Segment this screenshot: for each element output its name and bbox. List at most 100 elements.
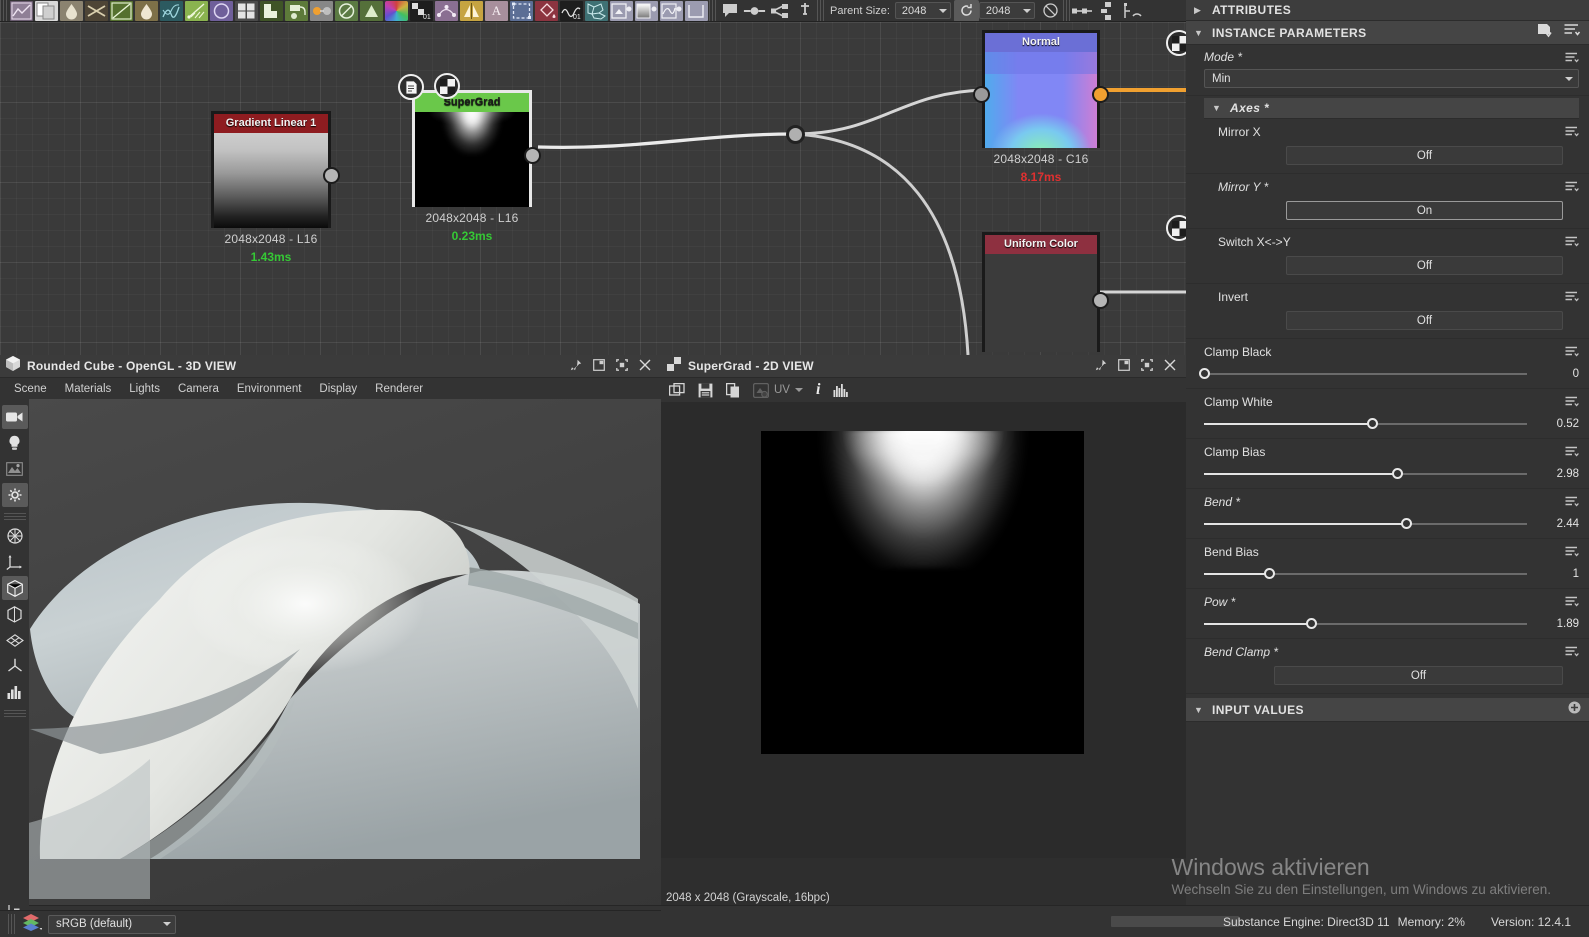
function-menu-icon[interactable] — [1565, 595, 1579, 607]
uv-label[interactable]: UV — [774, 384, 790, 396]
offscreen-node-badge-bottom[interactable] — [1166, 215, 1186, 241]
wire-cube-icon[interactable] — [2, 602, 28, 626]
toolbar-icon-shape[interactable] — [359, 0, 384, 21]
chevron-down-icon[interactable] — [794, 388, 803, 392]
settings-icon[interactable] — [1, 483, 28, 507]
3d-view-panel[interactable]: Rounded Cube - OpenGL - 3D VIEW Scene Ma… — [0, 355, 661, 937]
layers-icon[interactable] — [22, 913, 43, 936]
toolbar-icon-blur-hq[interactable] — [134, 0, 159, 21]
parent-size-width-select[interactable]: 2048 — [894, 2, 951, 19]
toolbar-icon-text[interactable]: A — [484, 0, 509, 21]
toolbar-icon-copy-node[interactable] — [34, 0, 59, 21]
toolbar-icon-reset-size[interactable] — [1038, 0, 1063, 21]
section-instance-parameters[interactable]: ▼ INSTANCE PARAMETERS — [1186, 21, 1589, 45]
toolbar-icon-noise[interactable]: 01 — [559, 0, 584, 21]
pin-icon[interactable] — [570, 359, 582, 373]
group-axes[interactable]: ▼ Axes * — [1204, 98, 1579, 119]
histogram-icon[interactable] — [833, 383, 850, 397]
function-menu-icon[interactable] — [1565, 235, 1579, 247]
pin-icon[interactable] — [1095, 359, 1107, 373]
toolbar-icon-input-color[interactable] — [609, 0, 634, 21]
parent-size-height-select[interactable]: 2048 — [978, 2, 1035, 19]
menu-environment[interactable]: Environment — [229, 381, 310, 397]
toolbar-icon-histogram[interactable] — [9, 0, 34, 21]
param-bend[interactable]: Bend * 2.44 — [1186, 489, 1589, 539]
param-bend-bias[interactable]: Bend Bias 1 — [1186, 539, 1589, 589]
restore-icon[interactable] — [1118, 359, 1130, 373]
function-menu-icon[interactable] — [1565, 51, 1579, 63]
3d-view-bottom-bar[interactable]: sRGB (default) — [0, 910, 661, 937]
param-switch-xy-toggle[interactable]: Off — [1286, 256, 1563, 275]
toolbar-icon-invert[interactable] — [334, 0, 359, 21]
param-bend-clamp[interactable]: Bend Clamp * Off — [1186, 639, 1589, 694]
param-clamp-bias[interactable]: Clamp Bias 2.98 — [1186, 439, 1589, 489]
menu-lights[interactable]: Lights — [121, 381, 168, 397]
duplicate-view-icon[interactable] — [669, 382, 685, 398]
info-icon[interactable]: i — [816, 381, 820, 399]
toolbar-icon-input-gradient[interactable] — [634, 0, 659, 21]
param-clamp-black-slider[interactable]: 0 — [1186, 368, 1589, 380]
menu-renderer[interactable]: Renderer — [367, 381, 431, 397]
camera-icon[interactable] — [1, 405, 28, 429]
param-mirror-y-toggle[interactable]: On — [1286, 201, 1563, 220]
connection-rewire-node[interactable] — [786, 125, 805, 144]
toolbar-icon-output[interactable] — [684, 0, 709, 21]
plus-circle-icon[interactable] — [1568, 701, 1581, 719]
maximize-icon[interactable] — [616, 359, 628, 373]
function-menu-icon[interactable] — [1565, 395, 1579, 407]
toolbar-icon-slope-blur[interactable] — [184, 0, 209, 21]
toolbar-icon-circle-shape[interactable] — [209, 0, 234, 21]
toolbar-icon-blend[interactable] — [309, 0, 334, 21]
menu-display[interactable]: Display — [311, 381, 365, 397]
wireframe-icon[interactable] — [2, 524, 28, 548]
param-clamp-white-slider[interactable]: 0.52 — [1186, 418, 1589, 430]
parent-size-link-button[interactable] — [953, 0, 979, 21]
param-mode[interactable]: Mode * Min — [1186, 45, 1589, 96]
2d-view-toolbar[interactable]: UV i — [661, 378, 1186, 402]
function-menu-icon[interactable] — [1565, 545, 1579, 557]
function-menu-icon[interactable] — [1565, 290, 1579, 302]
function-menu-icon[interactable] — [1565, 345, 1579, 357]
3d-view-tool-rail[interactable] — [0, 399, 29, 937]
light-icon[interactable] — [2, 431, 28, 455]
section-attributes[interactable]: ▶ ATTRIBUTES — [1186, 0, 1589, 21]
toolbar-icon-pin-link[interactable] — [742, 0, 767, 21]
toolbar-icon-navigation-pin[interactable] — [792, 0, 817, 21]
toolbar-icon-frame[interactable] — [767, 0, 792, 21]
menu-camera[interactable]: Camera — [170, 381, 227, 397]
param-mode-select[interactable]: Min — [1204, 69, 1579, 88]
param-clamp-bias-slider[interactable]: 2.98 — [1186, 468, 1589, 480]
tessellation-icon[interactable] — [2, 628, 28, 652]
menu-scene[interactable]: Scene — [6, 381, 55, 397]
close-icon[interactable] — [639, 359, 651, 373]
3d-view-menubar[interactable]: Scene Materials Lights Camera Environmen… — [0, 378, 661, 399]
function-menu-icon[interactable] — [1565, 445, 1579, 457]
2d-viewport[interactable] — [661, 402, 1186, 858]
properties-panel[interactable]: ▶ ATTRIBUTES ▼ INSTANCE PARAMETERS Mode … — [1186, 0, 1589, 905]
2d-view-panel[interactable]: SuperGrad - 2D VIEW UV i 2048 x 2048 (Gr… — [661, 355, 1186, 937]
offscreen-node-badge-top[interactable] — [1166, 30, 1186, 56]
toolbar-icon-distribute-nodes[interactable] — [1096, 0, 1121, 21]
param-pow-slider[interactable]: 1.89 — [1186, 618, 1589, 630]
toolbar-icon-curve[interactable] — [109, 0, 134, 21]
param-pow[interactable]: Pow * 1.89 — [1186, 589, 1589, 639]
param-invert[interactable]: Invert Off — [1186, 284, 1589, 339]
menu-materials[interactable]: Materials — [57, 381, 120, 397]
3d-bottom-grip[interactable] — [8, 914, 16, 934]
node-output-port[interactable] — [1092, 292, 1109, 309]
graph-node-gradient-linear[interactable]: Gradient Linear 1 2048x2048 - L16 1.43ms — [211, 111, 340, 264]
toolbar-icon-cells[interactable] — [584, 0, 609, 21]
toolbar-grip[interactable] — [0, 0, 9, 21]
graph-canvas[interactable]: Gradient Linear 1 2048x2048 - L16 1.43ms… — [0, 22, 1186, 355]
function-menu-icon[interactable] — [1565, 495, 1579, 507]
histogram-icon[interactable] — [2, 680, 28, 704]
toolbar-icon-align-nodes[interactable] — [1071, 0, 1096, 21]
param-bend-clamp-toggle[interactable]: Off — [1274, 666, 1563, 685]
function-menu-icon[interactable] — [1565, 125, 1579, 137]
toolbar-icon-input-curve[interactable] — [659, 0, 684, 21]
function-menu-icon[interactable] — [1565, 180, 1579, 192]
param-mirror-x-toggle[interactable]: Off — [1286, 146, 1563, 165]
function-menu-icon[interactable] — [1565, 645, 1579, 657]
toolbar-icon-gradient-map[interactable] — [259, 0, 284, 21]
toolbar-icon-crop[interactable] — [509, 0, 534, 21]
